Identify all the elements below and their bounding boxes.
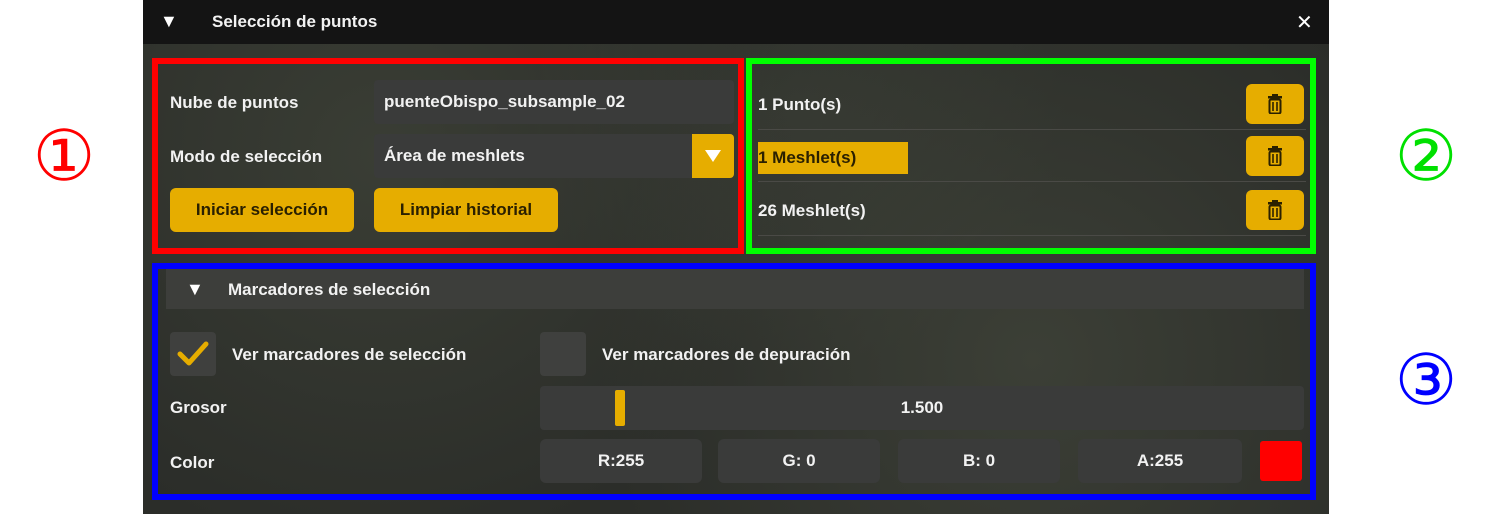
- section-3-outline: [152, 263, 1316, 500]
- section-2-outline: [746, 58, 1316, 254]
- badge-3: ③: [1394, 339, 1458, 421]
- badge-2: ②: [1394, 115, 1458, 197]
- close-icon[interactable]: ✕: [1296, 10, 1313, 34]
- badge-1: ①: [32, 115, 96, 197]
- section-1-outline: [152, 58, 744, 254]
- window-title: Selección de puntos: [212, 12, 378, 31]
- collapse-window-icon[interactable]: ▼: [160, 12, 178, 30]
